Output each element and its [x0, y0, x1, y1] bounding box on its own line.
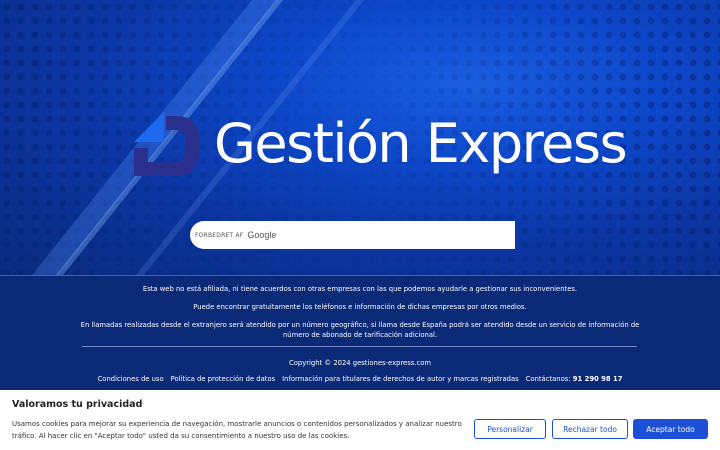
cookie-description: Usamos cookies para mejorar su experienc… [12, 420, 462, 440]
hero-banner: Gestión Express FORBEDRET AF Google [0, 0, 720, 275]
brand-title: Gestión Express [214, 112, 628, 175]
copyright-text: Copyright © 2024 gestiones-express.com [288, 359, 431, 367]
powered-by-label: FORBEDRET AF [195, 231, 244, 239]
customize-button[interactable]: Personalizar [474, 419, 546, 439]
reject-all-button[interactable]: Rechazar todo [552, 419, 628, 439]
divider [82, 346, 637, 347]
contact-phone[interactable]: 91 290 98 17 [573, 375, 623, 383]
disclaimer-text: Esta web no está afiliada, ni tiene acue… [142, 285, 578, 293]
call-info-text: En llamadas realizadas desde el extranje… [80, 321, 640, 339]
footer-links: Condiciones de uso Política de protecció… [0, 375, 720, 383]
cookie-title: Valoramos tu privacidad [12, 399, 143, 410]
search-input[interactable]: FORBEDRET AF Google [190, 221, 515, 249]
rights-holders-link[interactable]: Información para titulares de derechos d… [282, 375, 519, 383]
contact: Contáctanos: 91 290 98 17 [526, 375, 623, 383]
contact-label: Contáctanos: [525, 375, 571, 383]
google-label: Google [247, 230, 277, 240]
privacy-link[interactable]: Política de protección de datos [171, 375, 276, 383]
gestion-express-logo-icon [134, 112, 200, 176]
terms-link[interactable]: Condiciones de uso [98, 375, 164, 383]
find-info-text: Puede encontrar gratuitamente los teléfo… [193, 303, 527, 311]
accept-all-button[interactable]: Aceptar todo [633, 419, 708, 439]
footer-info: Esta web no está afiliada, ni tiene acue… [0, 275, 720, 391]
